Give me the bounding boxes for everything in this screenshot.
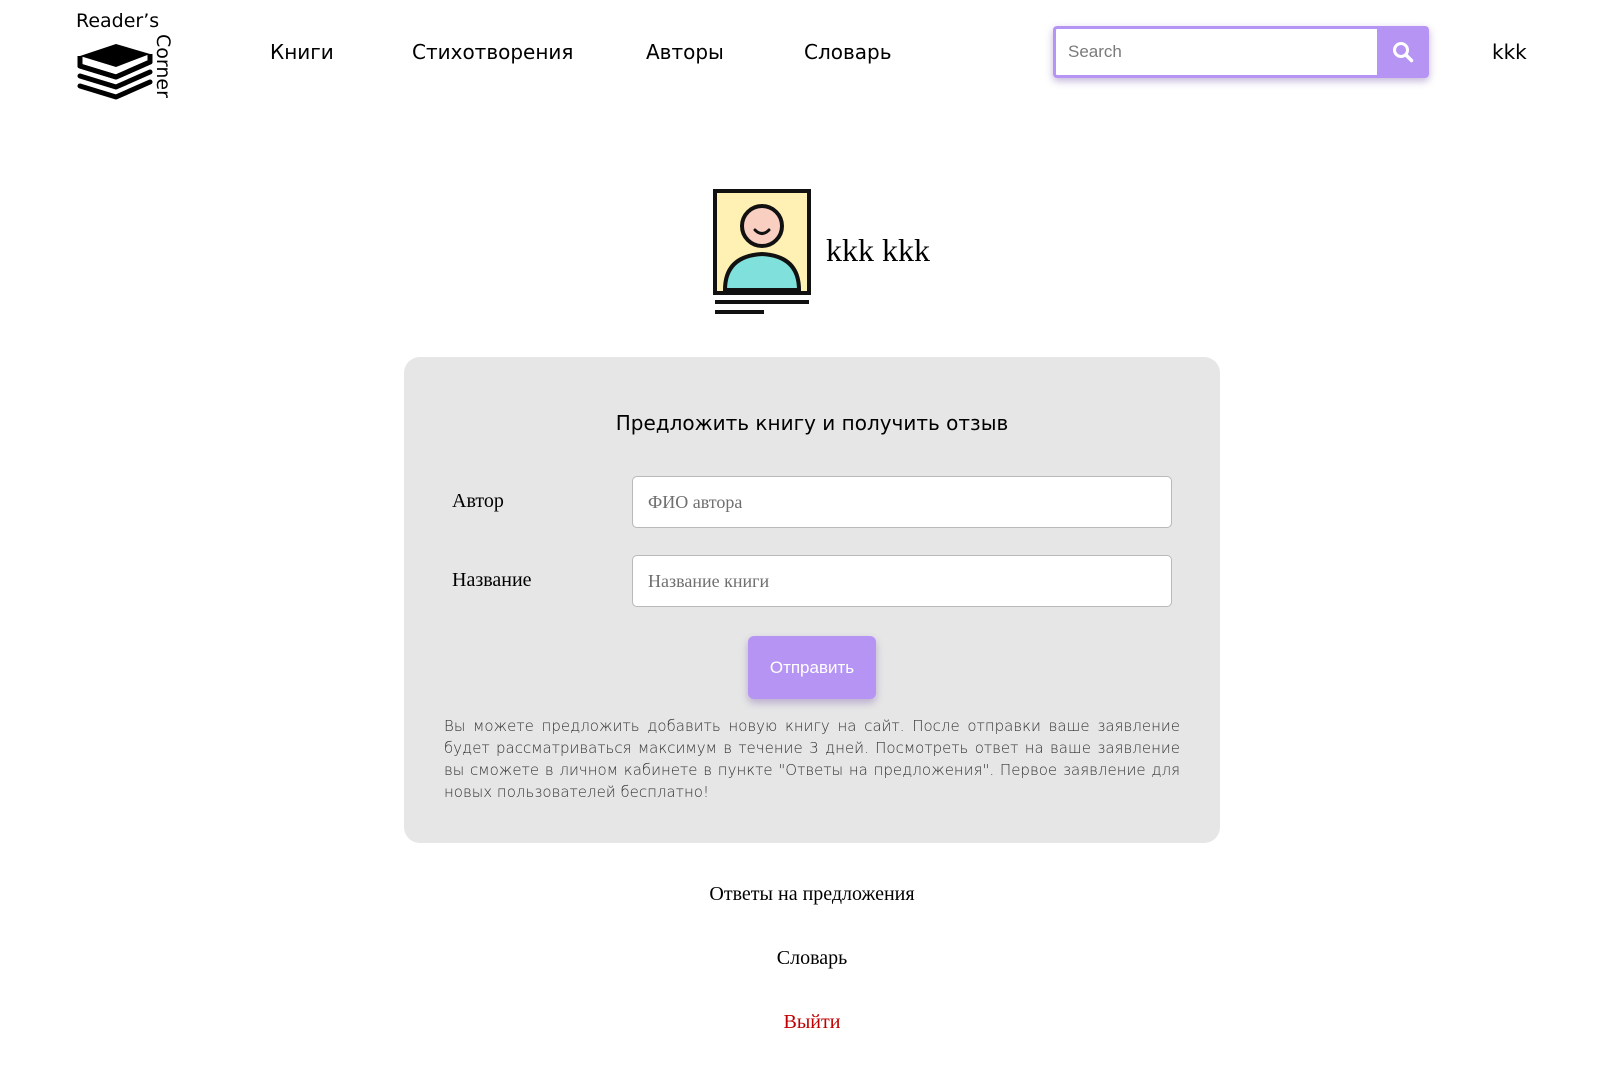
search-bar xyxy=(1053,26,1429,78)
nav-books[interactable]: Книги xyxy=(270,38,334,66)
search-input[interactable] xyxy=(1053,26,1377,78)
author-label: Автор xyxy=(452,490,504,512)
nav-authors[interactable]: Авторы xyxy=(646,38,724,66)
logo-text-readers: Reader’s xyxy=(76,10,160,32)
form-title: Предложить книгу и получить отзыв xyxy=(615,411,1009,435)
form-note: Вы можете предложить добавить новую книг… xyxy=(444,717,1180,801)
logout-link-row: Выйти xyxy=(0,1008,1606,1036)
header-username[interactable]: kkk xyxy=(1492,38,1527,66)
book-title-input[interactable] xyxy=(632,555,1172,607)
book-title-label: Название xyxy=(452,569,532,591)
dictionary-link-row: Словарь xyxy=(0,944,1606,972)
suggest-book-form: Предложить книгу и получить отзыв Автор … xyxy=(404,357,1220,843)
logo-text-corner: Corner xyxy=(152,34,174,98)
profile-full-name: kkk kkk xyxy=(826,232,930,268)
site-logo[interactable]: Reader’s Corner xyxy=(76,8,176,100)
submit-button[interactable]: Отправить xyxy=(748,636,876,699)
author-input[interactable] xyxy=(632,476,1172,528)
search-icon xyxy=(1393,42,1414,63)
book-stack-icon xyxy=(77,44,153,100)
answers-link[interactable]: Ответы на предложения xyxy=(709,880,914,908)
nav-poems[interactable]: Стихотворения xyxy=(412,38,573,66)
nav-dictionary[interactable]: Словарь xyxy=(804,38,892,66)
logout-link[interactable]: Выйти xyxy=(784,1008,841,1036)
user-portrait-icon xyxy=(713,189,811,314)
search-button[interactable] xyxy=(1377,26,1429,78)
answers-link-row: Ответы на предложения xyxy=(0,880,1606,908)
dictionary-link[interactable]: Словарь xyxy=(777,944,848,972)
